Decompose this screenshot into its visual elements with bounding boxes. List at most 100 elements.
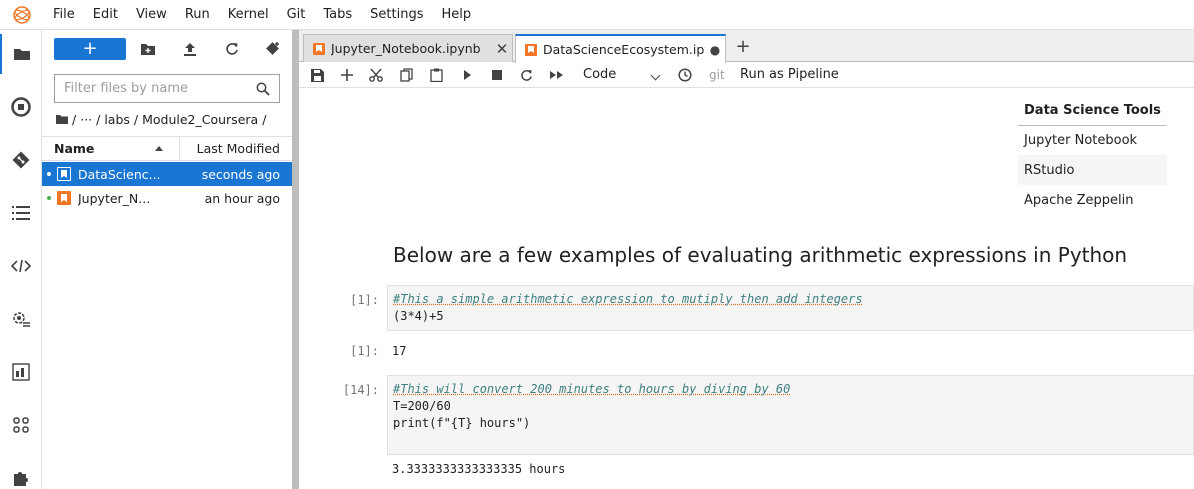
cell-output: 3.3333333333333335 hours — [392, 462, 566, 476]
cell-type-dropdown[interactable]: Code — [583, 66, 663, 84]
breadcrumb-root[interactable]: / — [72, 112, 76, 127]
notebook-tab-icon — [525, 43, 537, 56]
menu-edit[interactable]: Edit — [84, 0, 127, 30]
notebook-file-icon — [57, 191, 71, 205]
running-indicator-icon — [47, 196, 51, 200]
running-indicator-icon — [47, 172, 51, 176]
data-science-tools-table: Data Science Tools Jupyter Notebook RStu… — [1018, 97, 1167, 215]
tab-bar: Jupyter_Notebook.ipynb ✕ DataScienceEcos… — [299, 30, 1194, 63]
table-cell: RStudio — [1018, 155, 1167, 185]
table-cell: Jupyter Notebook — [1024, 132, 1138, 148]
notebook-file-icon — [57, 167, 71, 181]
panel-splitter[interactable] — [292, 30, 299, 489]
sort-ascending-icon — [155, 146, 163, 151]
input-prompt: [1]: — [350, 293, 379, 307]
git-label[interactable]: git — [709, 66, 725, 84]
running-sessions-icon[interactable] — [0, 87, 42, 127]
file-modified: seconds ago — [201, 166, 280, 182]
clock-icon[interactable] — [677, 66, 693, 84]
jupyter-logo-icon — [0, 0, 44, 30]
tab-label: Jupyter_Notebook.ipynb — [331, 41, 481, 56]
cut-icon[interactable] — [368, 66, 384, 84]
markdown-heading: Below are a few examples of evaluating a… — [393, 243, 1128, 267]
extension-manager-icon[interactable] — [0, 352, 42, 392]
code-cell-editor[interactable]: #This will convert 200 minutes to hours … — [387, 375, 1194, 455]
cell-type-value: Code — [583, 67, 617, 82]
property-inspector-icon[interactable] — [0, 299, 42, 339]
file-name: DataScienc... — [78, 166, 161, 182]
output-prompt: [1]: — [350, 344, 379, 358]
notebook-body[interactable]: Data Science Tools Jupyter Notebook RStu… — [299, 89, 1194, 489]
interrupt-kernel-icon[interactable] — [489, 66, 505, 84]
code-comment: #This a simple arithmetic expression to … — [393, 292, 863, 306]
menu-kernel[interactable]: Kernel — [219, 0, 278, 30]
breadcrumb: / ··· / labs / Module2_Coursera / — [56, 109, 270, 129]
breadcrumb-labs[interactable]: / labs — [96, 112, 130, 127]
activity-bar — [0, 30, 42, 489]
table-of-contents-icon[interactable] — [0, 193, 42, 233]
notebook-toolbar: Code git Run as Pipeline — [299, 62, 1194, 88]
save-icon[interactable] — [309, 66, 325, 84]
column-header-modified[interactable]: Last Modified — [180, 137, 292, 160]
code-line: T=200/60 — [393, 399, 451, 413]
jupyterlab-window: File Edit View Run Kernel Git Tabs Setti… — [0, 0, 1194, 489]
code-line: print(f"{T} hours") — [393, 416, 531, 430]
home-folder-icon[interactable] — [56, 112, 68, 127]
new-launcher-button[interactable]: + — [54, 38, 126, 60]
breadcrumb-trailing-slash: / — [262, 111, 267, 127]
filter-files-field[interactable] — [54, 74, 280, 103]
file-row-datascience[interactable]: DataScienc... seconds ago — [42, 162, 292, 186]
insert-cell-icon[interactable] — [339, 66, 355, 84]
code-line: (3*4)+5 — [393, 309, 444, 323]
file-name: Jupyter_N... — [78, 190, 151, 206]
refresh-icon[interactable] — [223, 40, 241, 58]
close-tab-icon[interactable]: ✕ — [492, 40, 512, 58]
filter-files-input[interactable] — [55, 75, 251, 102]
tab-datascience-ecosystem[interactable]: DataScienceEcosystem.ipyn ● — [515, 34, 726, 63]
tab-jupyter-notebook[interactable]: Jupyter_Notebook.ipynb ✕ — [303, 34, 513, 62]
cell-output: 17 — [392, 344, 407, 358]
copy-icon[interactable] — [398, 66, 414, 84]
menu-git[interactable]: Git — [278, 0, 315, 30]
menu-tabs[interactable]: Tabs — [314, 0, 361, 30]
folder-icon[interactable] — [0, 34, 42, 74]
search-icon — [251, 82, 275, 96]
upload-icon[interactable] — [181, 40, 199, 58]
components-icon[interactable] — [0, 405, 42, 445]
new-launcher-label: + — [82, 38, 98, 59]
restart-run-all-icon[interactable] — [548, 66, 566, 84]
code-comment: #This will convert 200 minutes to hours … — [393, 382, 791, 396]
add-tab-button[interactable]: + — [733, 36, 753, 58]
tab-label: DataScienceEcosystem.ipyn — [543, 42, 705, 57]
breadcrumb-module2[interactable]: / Module2_Coursera — [134, 112, 258, 127]
file-modified: an hour ago — [204, 190, 280, 206]
breadcrumb-ellipsis[interactable]: ··· — [80, 112, 92, 127]
code-cell-editor[interactable]: #This a simple arithmetic expression to … — [387, 285, 1194, 331]
file-browser-toolbar: + — [42, 30, 292, 68]
menu-settings[interactable]: Settings — [361, 0, 432, 30]
input-prompt: [14]: — [342, 383, 379, 397]
main-dock-area: Jupyter_Notebook.ipynb ✕ DataScienceEcos… — [299, 30, 1194, 489]
menu-file[interactable]: File — [44, 0, 84, 30]
file-row-jupyter[interactable]: Jupyter_N... an hour ago — [42, 186, 292, 210]
restart-kernel-icon[interactable] — [518, 66, 534, 84]
column-header-name[interactable]: Name — [42, 137, 180, 160]
paste-icon[interactable] — [428, 66, 444, 84]
menu-view[interactable]: View — [127, 0, 176, 30]
git-clone-icon[interactable] — [264, 40, 282, 58]
git-icon[interactable] — [0, 140, 42, 180]
file-list-header: Name Last Modified — [42, 136, 292, 161]
table-cell: Apache Zeppelin — [1024, 192, 1134, 208]
menu-help[interactable]: Help — [433, 0, 481, 30]
column-name-label: Name — [54, 141, 95, 156]
new-folder-icon[interactable] — [139, 40, 157, 58]
file-browser-panel: + / ··· / labs / Module2_Co — [42, 30, 292, 489]
run-as-pipeline-button[interactable]: Run as Pipeline — [740, 66, 839, 84]
menubar: File Edit View Run Kernel Git Tabs Setti… — [0, 0, 1194, 30]
run-cell-icon[interactable] — [459, 66, 475, 84]
unsaved-dot-icon[interactable]: ● — [705, 43, 725, 57]
code-snippets-icon[interactable] — [0, 246, 42, 286]
chevron-down-icon — [650, 70, 661, 81]
puzzle-extension-icon[interactable] — [0, 458, 42, 489]
menu-run[interactable]: Run — [176, 0, 219, 30]
